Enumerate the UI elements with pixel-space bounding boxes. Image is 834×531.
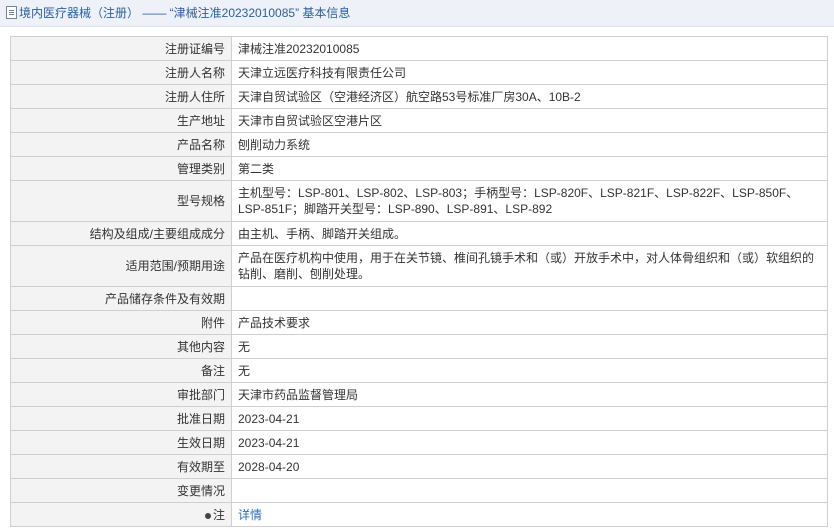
table-row: 变更情况 xyxy=(10,478,828,503)
field-label: 审批部门 xyxy=(10,382,232,407)
footer-label-cell: 注 xyxy=(10,502,232,527)
field-label: 产品名称 xyxy=(10,132,232,157)
table-row: 产品名称 刨削动力系统 xyxy=(10,132,828,157)
field-label: 附件 xyxy=(10,310,232,335)
table-row: 有效期至 2028-04-20 xyxy=(10,454,828,479)
field-label: 生效日期 xyxy=(10,430,232,455)
field-value: 主机型号：LSP-801、LSP-802、LSP-803；手柄型号：LSP-82… xyxy=(231,180,828,222)
field-value: 2023-04-21 xyxy=(231,406,828,431)
basic-info-table: 注册证编号 津械注准20232010085 注册人名称 天津立远医疗科技有限责任… xyxy=(10,36,828,527)
field-value: 无 xyxy=(231,358,828,383)
field-value: 第二类 xyxy=(231,156,828,181)
field-label: 注册人名称 xyxy=(10,60,232,85)
bulb-icon xyxy=(204,512,211,519)
field-label: 变更情况 xyxy=(10,478,232,503)
field-label: 注册证编号 xyxy=(10,36,232,61)
field-label: 有效期至 xyxy=(10,454,232,479)
field-value: 无 xyxy=(231,334,828,359)
table-row: 其他内容 无 xyxy=(10,334,828,359)
field-value: 产品在医疗机构中使用，用于在关节镜、椎间孔镜手术和（或）开放手术中，对人体骨组织… xyxy=(231,245,828,287)
table-row: 审批部门 天津市药品监督管理局 xyxy=(10,382,828,407)
field-value: 天津立远医疗科技有限责任公司 xyxy=(231,60,828,85)
field-label: 其他内容 xyxy=(10,334,232,359)
field-label: 结构及组成/主要组成成分 xyxy=(10,221,232,246)
table-row: 生产地址 天津市自贸试验区空港片区 xyxy=(10,108,828,133)
table-row: 型号规格 主机型号：LSP-801、LSP-802、LSP-803；手柄型号：L… xyxy=(10,180,828,222)
table-row: 注册人名称 天津立远医疗科技有限责任公司 xyxy=(10,60,828,85)
field-label: 生产地址 xyxy=(10,108,232,133)
field-value: 天津市药品监督管理局 xyxy=(231,382,828,407)
info-table-wrapper: 注册证编号 津械注准20232010085 注册人名称 天津立远医疗科技有限责任… xyxy=(0,27,834,527)
table-row: 注册证编号 津械注准20232010085 xyxy=(10,36,828,61)
table-row: 附件 产品技术要求 xyxy=(10,310,828,335)
field-label: 备注 xyxy=(10,358,232,383)
footer-value-cell: 详情 xyxy=(231,502,828,527)
page-header: 境内医疗器械（注册） —— “津械注准20232010085” 基本信息 xyxy=(0,0,834,27)
field-label: 产品储存条件及有效期 xyxy=(10,286,232,311)
table-row: 适用范围/预期用途 产品在医疗机构中使用，用于在关节镜、椎间孔镜手术和（或）开放… xyxy=(10,245,828,287)
footer-label: 注 xyxy=(212,507,225,522)
field-value xyxy=(231,286,828,311)
table-row: 生效日期 2023-04-21 xyxy=(10,430,828,455)
field-value xyxy=(231,478,828,503)
table-row: 结构及组成/主要组成成分 由主机、手柄、脚踏开关组成。 xyxy=(10,221,828,246)
field-label: 批准日期 xyxy=(10,406,232,431)
field-label: 注册人住所 xyxy=(10,84,232,109)
field-value: 天津自贸试验区（空港经济区）航空路53号标准厂房30A、10B-2 xyxy=(231,84,828,109)
field-value: 2023-04-21 xyxy=(231,430,828,455)
field-value: 产品技术要求 xyxy=(231,310,828,335)
field-value: 2028-04-20 xyxy=(231,454,828,479)
document-icon xyxy=(6,6,17,19)
table-row: 产品储存条件及有效期 xyxy=(10,286,828,311)
table-row: 批准日期 2023-04-21 xyxy=(10,406,828,431)
field-value: 由主机、手柄、脚踏开关组成。 xyxy=(231,221,828,246)
table-row: 备注 无 xyxy=(10,358,828,383)
field-value: 刨削动力系统 xyxy=(231,132,828,157)
field-label: 管理类别 xyxy=(10,156,232,181)
field-value: 天津市自贸试验区空港片区 xyxy=(231,108,828,133)
field-label: 适用范围/预期用途 xyxy=(10,245,232,287)
page-title: 境内医疗器械（注册） —— “津械注准20232010085” 基本信息 xyxy=(19,6,351,20)
field-label: 型号规格 xyxy=(10,180,232,222)
details-link[interactable]: 详情 xyxy=(238,508,262,522)
table-row: 注册人住所 天津自贸试验区（空港经济区）航空路53号标准厂房30A、10B-2 xyxy=(10,84,828,109)
table-row: 注 详情 xyxy=(10,502,828,527)
field-value: 津械注准20232010085 xyxy=(231,36,828,61)
table-row: 管理类别 第二类 xyxy=(10,156,828,181)
